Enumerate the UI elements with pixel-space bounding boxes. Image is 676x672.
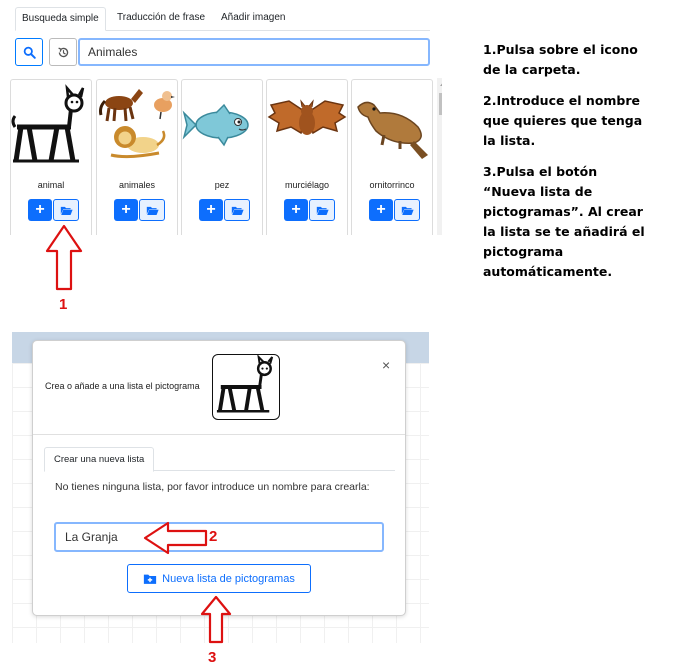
pictogram-card-murcielago[interactable]: murciélago + xyxy=(266,79,348,235)
pictogram-card-pez[interactable]: pez + xyxy=(181,79,263,235)
annotation-arrow-up xyxy=(45,224,83,291)
folder-button[interactable] xyxy=(309,199,335,221)
search-tabs: Busqueda simple Traducción de frase Añad… xyxy=(15,7,430,31)
pictogram-card-animal[interactable]: animal + xyxy=(10,79,92,235)
close-icon[interactable]: × xyxy=(382,357,390,373)
modal-tabs: Crear una nueva lista xyxy=(44,447,395,472)
add-pictogram-button[interactable]: + xyxy=(199,199,223,221)
add-pictogram-button[interactable]: + xyxy=(284,199,308,221)
bat-pictogram xyxy=(267,99,347,135)
tab-add-image[interactable]: Añadir imagen xyxy=(215,7,291,31)
folder-open-icon xyxy=(401,206,414,215)
history-button[interactable] xyxy=(49,38,77,66)
folder-button[interactable] xyxy=(139,199,165,221)
animal-pictogram xyxy=(11,84,85,163)
pictogram-card-ornitorrinco[interactable]: ornitorrinco + xyxy=(351,79,433,235)
search-button[interactable] xyxy=(15,38,43,66)
folder-plus-icon xyxy=(144,574,157,584)
annotation-arrow-up xyxy=(200,595,232,644)
folder-button[interactable] xyxy=(394,199,420,221)
pictogram-card-animales[interactable]: animales + xyxy=(96,79,178,235)
create-list-modal: Crea o añade a una lista el pictograma ×… xyxy=(32,340,406,616)
scrollbar-thumb[interactable] xyxy=(439,93,442,115)
folder-button[interactable] xyxy=(53,199,79,221)
modal-help-text: No tienes ninguna lista, por favor intro… xyxy=(55,481,370,493)
step-number-2: 2 xyxy=(209,528,218,545)
folder-open-icon xyxy=(231,206,244,215)
modal-title: Crea o añade a una lista el pictograma xyxy=(45,381,200,391)
folder-open-icon xyxy=(316,206,329,215)
annotation-arrow-left xyxy=(143,521,208,555)
animals-pictogram xyxy=(99,89,175,159)
tab-simple-search[interactable]: Busqueda simple xyxy=(15,7,106,31)
add-pictogram-button[interactable]: + xyxy=(114,199,138,221)
platypus-pictogram xyxy=(357,101,428,159)
modal-divider xyxy=(33,434,405,435)
add-pictogram-button[interactable]: + xyxy=(369,199,393,221)
pictogram-label: animal xyxy=(37,180,65,190)
folder-open-icon xyxy=(146,206,159,215)
folder-button[interactable] xyxy=(224,199,250,221)
list-name-input[interactable] xyxy=(54,522,384,552)
scroll-up-icon[interactable] xyxy=(440,81,442,86)
pictogram-label: ornitorrinco xyxy=(369,180,415,190)
folder-open-icon xyxy=(60,206,73,215)
instruction-step-3: 3.Pulsa el botón “Nueva lista de pictogr… xyxy=(483,164,645,279)
instructions-panel: 1.Pulsa sobre el icono de la carpeta. 2.… xyxy=(483,40,653,293)
pictogram-label: pez xyxy=(214,180,230,190)
step-number-1: 1 xyxy=(59,296,68,313)
tab-phrase-translation[interactable]: Traducción de frase xyxy=(111,7,211,31)
pictogram-results: animal + animales + pez + murciélago + o… xyxy=(10,78,442,235)
search-bar xyxy=(15,38,430,66)
fish-pictogram xyxy=(182,103,249,147)
search-input[interactable] xyxy=(78,38,430,66)
step-number-3: 3 xyxy=(208,649,217,666)
instruction-step-1: 1.Pulsa sobre el icono de la carpeta. xyxy=(483,42,638,77)
results-scrollbar[interactable] xyxy=(437,78,442,235)
pictogram-label: animales xyxy=(118,180,156,190)
add-pictogram-button[interactable]: + xyxy=(28,199,52,221)
pictogram-label: murciélago xyxy=(284,180,330,190)
tab-create-new-list[interactable]: Crear una nueva lista xyxy=(44,447,155,472)
new-list-button[interactable]: Nueva lista de pictogramas xyxy=(127,564,311,593)
selected-pictogram xyxy=(212,354,280,420)
new-list-button-label: Nueva lista de pictogramas xyxy=(162,572,295,585)
instruction-step-2: 2.Introduce el nombre que quieres que te… xyxy=(483,93,643,148)
history-icon xyxy=(57,46,68,57)
search-icon xyxy=(23,46,36,59)
